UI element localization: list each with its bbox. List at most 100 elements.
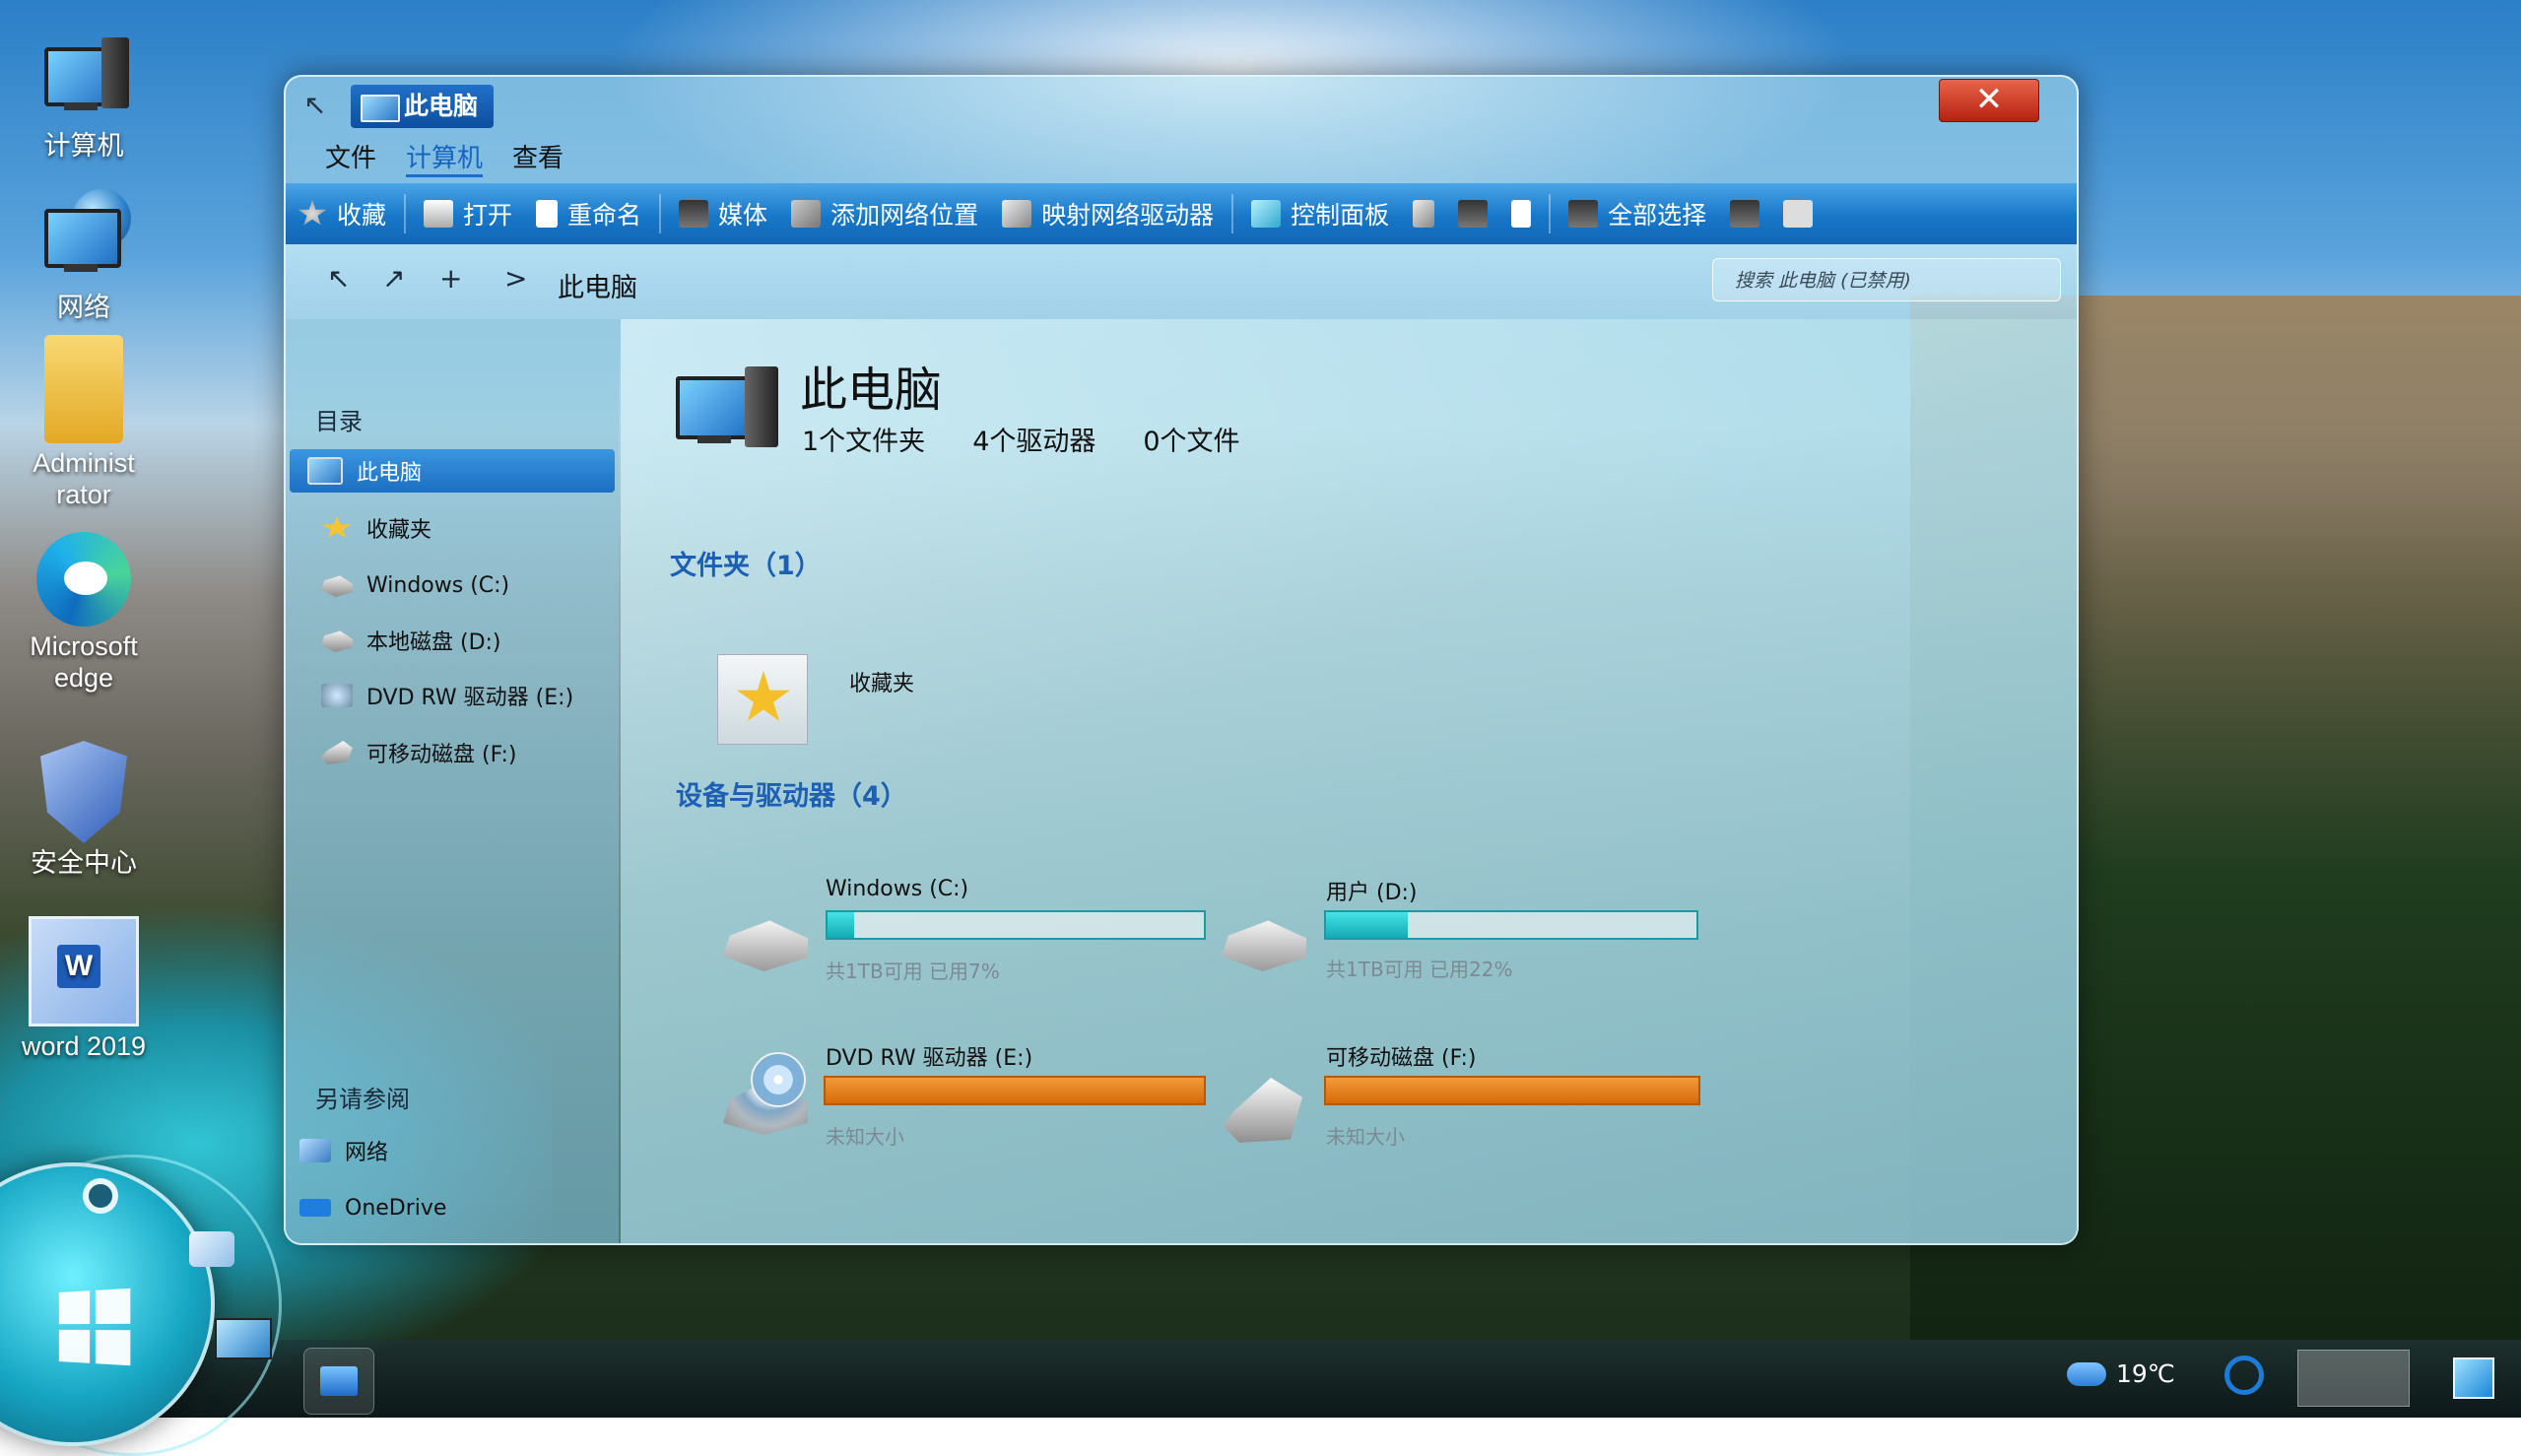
window-title: 此电脑 xyxy=(404,92,479,120)
chevron-right-icon[interactable]: > xyxy=(504,262,527,295)
back-arrow-icon[interactable]: ↖ xyxy=(303,89,326,121)
forward-icon[interactable]: ↗ xyxy=(382,262,405,295)
star-icon xyxy=(321,516,353,538)
edge-icon xyxy=(36,532,131,627)
toolbar-select-all-button[interactable]: 全部选择 xyxy=(1557,183,1718,244)
desktop-icon-edge[interactable]: Microsoft edge xyxy=(0,532,167,694)
weather-widget[interactable]: 19℃ xyxy=(2067,1359,2175,1388)
toolbar-separator xyxy=(1231,194,1234,233)
taskbar-file-explorer-button[interactable] xyxy=(303,1348,374,1415)
word-icon xyxy=(29,916,139,1026)
power-icon[interactable] xyxy=(83,1178,118,1214)
computer-icon xyxy=(676,366,784,455)
sidebar-item-drive-c[interactable]: Windows (C:) xyxy=(286,563,619,607)
devices-group-header[interactable]: 设备与驱动器（4） xyxy=(676,774,907,813)
sidebar-item-favorites[interactable]: 收藏夹 xyxy=(286,506,619,550)
windows-logo-icon[interactable] xyxy=(58,1288,131,1366)
drive-name[interactable]: 可移动磁盘 (F:) xyxy=(1326,1040,1477,1072)
search-input[interactable]: 搜索 此电脑 (已禁用) xyxy=(1712,258,2061,301)
properties-icon xyxy=(1511,200,1532,228)
user-folder-icon xyxy=(44,335,123,443)
usb-drive-icon[interactable] xyxy=(1224,1078,1302,1143)
toolbar-add-network-location-button[interactable]: 添加网络位置 xyxy=(779,183,990,244)
sidebar-item-network[interactable]: 网络 xyxy=(286,1129,619,1172)
cloud-icon xyxy=(2067,1361,2106,1386)
drive-info: 共1TB可用 已用7% xyxy=(826,960,1000,983)
sidebar-item-label: 网络 xyxy=(345,1141,389,1165)
window-title-tab[interactable]: 此电脑 xyxy=(351,85,495,128)
menu-file[interactable]: 文件 xyxy=(325,138,376,177)
address-bar: ↖ ↗ + > 此电脑 搜索 此电脑 (已禁用) xyxy=(286,244,2077,319)
search-icon[interactable] xyxy=(2224,1356,2264,1395)
media-icon xyxy=(679,200,709,228)
explorer-window: ↖ 此电脑 ✕ 文件 计算机 查看 收藏 打开 重命名 媒体 添加网络位置 映射… xyxy=(284,75,2079,1245)
usb-icon xyxy=(321,741,353,764)
desktop-icon-security-center[interactable]: 安全中心 xyxy=(0,741,167,879)
menu-computer[interactable]: 计算机 xyxy=(406,138,484,177)
toolbar-label: 控制面板 xyxy=(1291,201,1390,230)
folders-group-header[interactable]: 文件夹（1） xyxy=(670,544,822,582)
file-count: 0个文件 xyxy=(1143,427,1240,457)
sidebar-item-drive-d[interactable]: 本地磁盘 (D:) xyxy=(286,619,619,662)
drive-name[interactable]: 用户 (D:) xyxy=(1326,875,1418,906)
hard-drive-icon[interactable] xyxy=(1222,920,1306,971)
sidebar-item-label: 此电脑 xyxy=(357,461,423,486)
layout-icon xyxy=(1730,200,1760,228)
title-bar[interactable]: ↖ 此电脑 ✕ xyxy=(286,77,2077,128)
toolbar-label: 全部选择 xyxy=(1608,201,1707,230)
close-button[interactable]: ✕ xyxy=(1939,79,2039,122)
computer-icon xyxy=(34,28,133,126)
toolbar-system-properties-button[interactable] xyxy=(1401,183,1446,244)
sidebar-item-drive-e[interactable]: DVD RW 驱动器 (E:) xyxy=(286,674,619,717)
apps-icon[interactable] xyxy=(189,1231,234,1267)
toolbar-control-panel-button[interactable]: 控制面板 xyxy=(1239,183,1401,244)
usage-bar-fill xyxy=(1326,912,1408,938)
new-tab-icon[interactable]: + xyxy=(439,262,462,295)
control-panel-icon xyxy=(1251,200,1282,228)
usage-bar xyxy=(826,910,1206,940)
hard-drive-icon[interactable] xyxy=(723,920,808,971)
drive-info: 未知大小 xyxy=(1326,1125,1405,1149)
desktop-screen-icon[interactable] xyxy=(215,1318,272,1359)
drive-icon xyxy=(321,630,353,652)
desktop-icon-network[interactable]: 网络 xyxy=(0,189,167,323)
toolbar-properties-button[interactable] xyxy=(1499,183,1543,244)
network-location-icon xyxy=(791,200,822,228)
sidebar-section-see-also: 另请参阅 xyxy=(315,1086,410,1113)
folder-count: 1个文件夹 xyxy=(802,427,926,457)
favorites-folder-tile[interactable] xyxy=(717,654,808,745)
toolbar-label: 收藏 xyxy=(337,201,387,230)
desktop-icon-administrator[interactable]: Administ rator xyxy=(0,335,167,510)
sidebar-item-label: 收藏夹 xyxy=(366,518,432,543)
desktop-icon-word[interactable]: word 2019 xyxy=(0,916,167,1062)
address-path[interactable]: 此电脑 xyxy=(558,266,637,304)
drive-icon xyxy=(321,575,353,597)
drive-info: 未知大小 xyxy=(826,1125,904,1149)
drive-name[interactable]: Windows (C:) xyxy=(826,877,968,901)
toolbar-media-button[interactable]: 媒体 xyxy=(667,183,779,244)
tray-widget[interactable] xyxy=(2297,1350,2410,1407)
drive-name[interactable]: DVD RW 驱动器 (E:) xyxy=(826,1040,1032,1072)
toolbar-open-button[interactable]: 打开 xyxy=(412,183,524,244)
desktop-icon-computer[interactable]: 计算机 xyxy=(0,28,167,162)
select-all-icon xyxy=(1568,200,1599,228)
toolbar-rename-button[interactable]: 重命名 xyxy=(524,183,653,244)
sidebar-item-onedrive[interactable]: OneDrive xyxy=(286,1186,619,1229)
sidebar-item-this-pc[interactable]: 此电脑 xyxy=(290,449,615,493)
toolbar-map-network-drive-button[interactable]: 映射网络驱动器 xyxy=(990,183,1226,244)
favorites-folder-label[interactable]: 收藏夹 xyxy=(849,666,914,697)
toolbar-devices-button[interactable] xyxy=(1446,183,1499,244)
toolbar-layout-button[interactable] xyxy=(1718,183,1771,244)
back-icon[interactable]: ↖ xyxy=(327,262,350,295)
page-title: 此电脑 xyxy=(800,363,943,418)
sidebar-item-drive-f[interactable]: 可移动磁盘 (F:) xyxy=(286,731,619,774)
toolbar-label: 媒体 xyxy=(718,201,768,230)
desktop-icon-label: 网络 xyxy=(57,293,110,322)
toolbar-view-tiles-button[interactable] xyxy=(1771,183,1824,244)
menu-view[interactable]: 查看 xyxy=(512,138,564,177)
show-desktop-icon[interactable] xyxy=(2453,1357,2494,1399)
navigation-pane: 目录 此电脑 收藏夹 Windows (C:) 本地磁盘 (D:) DVD RW… xyxy=(286,319,619,1243)
drive-info: 共1TB可用 已用22% xyxy=(1326,958,1513,981)
open-icon xyxy=(424,200,454,228)
toolbar-favorites-button[interactable]: 收藏 xyxy=(286,183,398,244)
